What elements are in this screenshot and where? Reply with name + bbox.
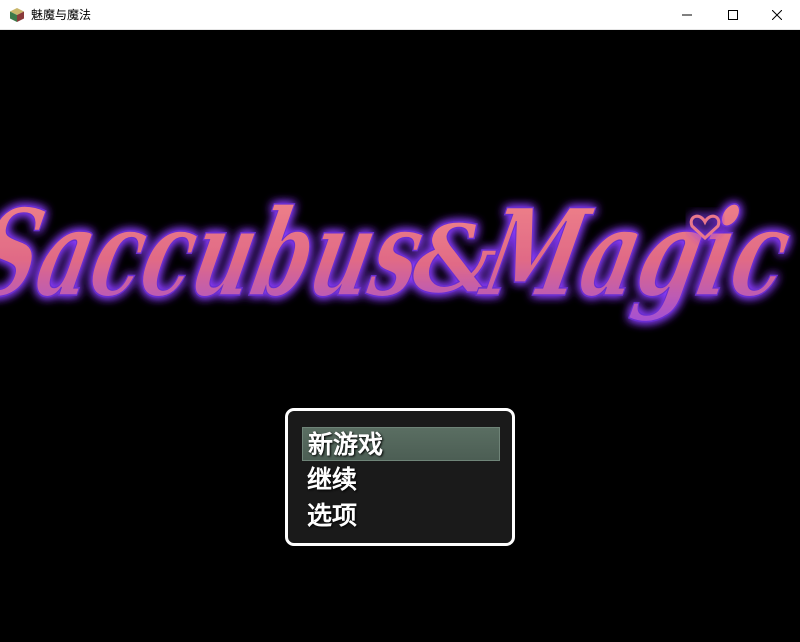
- maximize-icon: [728, 10, 738, 20]
- game-logo: Saccubus & Magic: [0, 182, 800, 325]
- title-menu: 新游戏 继续 选项: [285, 408, 515, 546]
- close-button[interactable]: [754, 0, 800, 30]
- logo-text-succubus: Saccubus: [0, 182, 436, 323]
- logo-text-magic: Magic: [470, 182, 800, 323]
- close-icon: [772, 10, 782, 20]
- menu-item-options[interactable]: 选项: [302, 499, 500, 533]
- menu-item-continue[interactable]: 继续: [302, 463, 500, 497]
- menu-item-new-game[interactable]: 新游戏: [302, 427, 500, 461]
- window-title: 魅魔与魔法: [31, 8, 92, 22]
- title-bar: 魅魔与魔法: [0, 0, 800, 30]
- app-icon: [9, 7, 25, 23]
- minimize-icon: [682, 14, 692, 16]
- maximize-button[interactable]: [710, 0, 756, 30]
- minimize-button[interactable]: [664, 0, 710, 30]
- game-screen[interactable]: Saccubus & Magic 新游戏 继续 选项: [0, 30, 800, 642]
